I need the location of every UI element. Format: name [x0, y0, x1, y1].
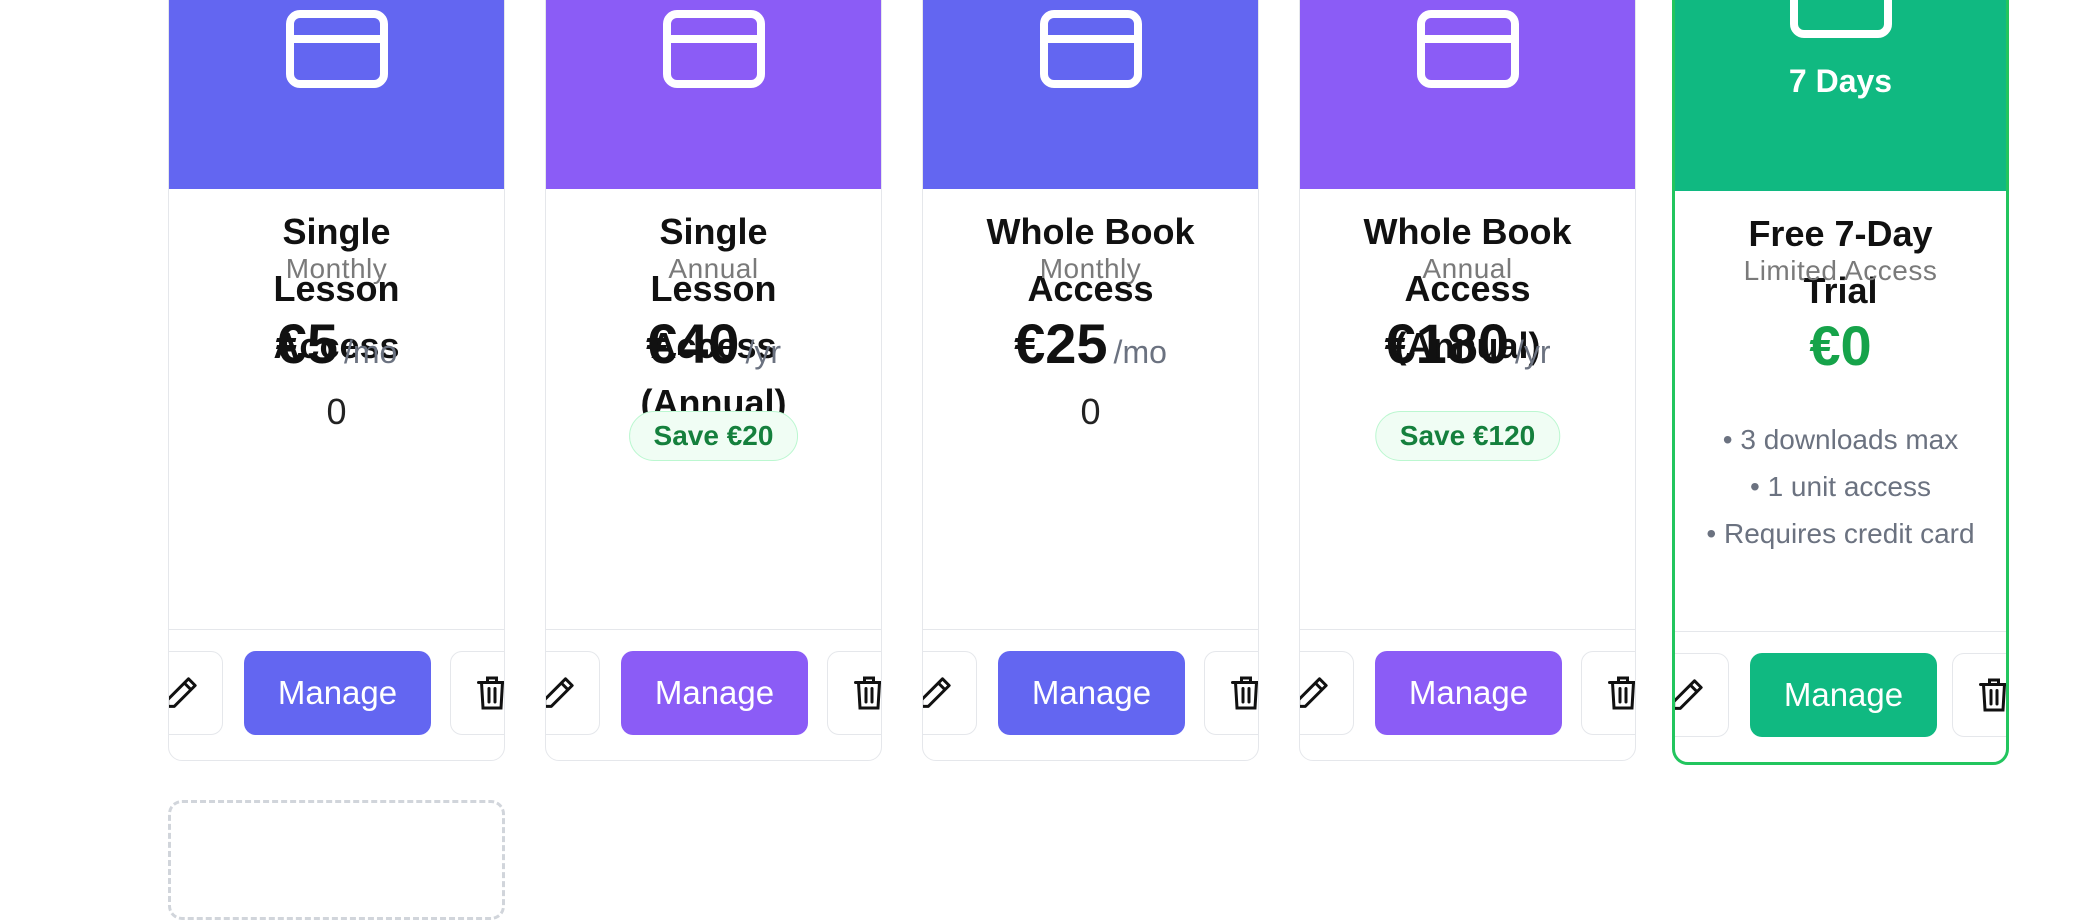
- trash-icon: [477, 676, 504, 710]
- plan-period: Monthly: [1039, 253, 1142, 284]
- plan-card-header: [1300, 0, 1635, 189]
- plan-card-header: [169, 0, 504, 189]
- feature-item: 1 unit access: [1705, 468, 1976, 505]
- pencil-icon: [169, 677, 197, 708]
- savings-badge: Save €120: [1374, 411, 1561, 461]
- price-unit: /mo: [1113, 334, 1167, 370]
- manage-button[interactable]: Manage: [1375, 651, 1562, 735]
- plan-price: €25: [1014, 312, 1108, 375]
- plan-price: €40: [646, 312, 740, 375]
- add-plan-placeholder[interactable]: [168, 800, 505, 920]
- pencil-icon: [1675, 679, 1703, 710]
- plan-card-header: 7 Days: [1675, 0, 2006, 191]
- credit-card-icon: [662, 10, 765, 88]
- trash-icon: [854, 676, 881, 710]
- plan-card-footer: Manage: [923, 629, 1258, 740]
- delete-button[interactable]: [1204, 651, 1258, 735]
- credit-card-icon: [1789, 0, 1892, 38]
- price-row: €5/mo: [169, 311, 504, 376]
- edit-button[interactable]: [1675, 653, 1729, 737]
- plan-price: €5: [275, 312, 338, 375]
- plan-card-header: [546, 0, 881, 189]
- feature-list: 3 downloads max 1 unit access Requires c…: [1705, 421, 1976, 562]
- delete-button[interactable]: [1581, 651, 1635, 735]
- plan-card-whole-book: Whole Book Access Monthly €25/mo 0 Manag…: [922, 0, 1259, 761]
- trial-duration-label: 7 Days: [1788, 63, 1893, 99]
- plan-period: Annual: [668, 253, 759, 284]
- trash-icon: [1979, 678, 2006, 712]
- manage-button[interactable]: Manage: [1750, 653, 1937, 737]
- plan-price: €180: [1384, 312, 1510, 375]
- plan-subscriber-count: 0: [1080, 391, 1101, 432]
- plan-price: €0: [1809, 314, 1872, 377]
- edit-button[interactable]: [923, 651, 977, 735]
- edit-button[interactable]: [1300, 651, 1354, 735]
- credit-card-icon: [1416, 10, 1519, 88]
- trash-icon: [1608, 676, 1635, 710]
- price-unit: /yr: [745, 334, 781, 370]
- plan-card-header: [923, 0, 1258, 189]
- credit-card-icon: [285, 10, 388, 88]
- manage-button[interactable]: Manage: [244, 651, 431, 735]
- price-unit: /mo: [343, 334, 398, 370]
- plan-card-footer: Manage: [169, 629, 504, 740]
- price-row: €25/mo: [923, 311, 1258, 376]
- plan-card-footer: Manage: [546, 629, 881, 740]
- plan-card-whole-book-annual: Whole Book Access (Annual) Annual €180/y…: [1299, 0, 1636, 761]
- pencil-icon: [923, 677, 951, 708]
- plan-period: Limited Access: [1743, 255, 1938, 286]
- plan-card-single-lesson: Single Lesson Access Monthly €5/mo 0 Man…: [168, 0, 505, 761]
- plan-subscriber-count: 0: [326, 391, 347, 432]
- delete-button[interactable]: [1952, 653, 2006, 737]
- delete-button[interactable]: [827, 651, 881, 735]
- plan-card-footer: Manage: [1300, 629, 1635, 740]
- feature-item: Requires credit card: [1705, 515, 1976, 552]
- manage-button[interactable]: Manage: [998, 651, 1185, 735]
- savings-badge: Save €20: [628, 411, 799, 461]
- pencil-icon: [546, 677, 574, 708]
- edit-button[interactable]: [546, 651, 600, 735]
- delete-button[interactable]: [450, 651, 504, 735]
- price-row: €180/yr: [1300, 311, 1635, 376]
- pencil-icon: [1300, 677, 1328, 708]
- plan-card-free-trial: 7 Days Free 7-Day Trial Limited Access €…: [1672, 0, 2009, 765]
- plan-period: Monthly: [285, 253, 388, 284]
- price-row: €0: [1675, 313, 2006, 378]
- trash-icon: [1231, 676, 1258, 710]
- price-row: €40/yr: [546, 311, 881, 376]
- plan-period: Annual: [1422, 253, 1513, 284]
- manage-button[interactable]: Manage: [621, 651, 808, 735]
- credit-card-icon: [1039, 10, 1142, 88]
- plan-card-footer: Manage: [1675, 631, 2006, 742]
- price-unit: /yr: [1515, 334, 1551, 370]
- feature-item: 3 downloads max: [1705, 421, 1976, 458]
- edit-button[interactable]: [169, 651, 223, 735]
- plan-card-single-lesson-annual: Single Lesson Access (Annual) Annual €40…: [545, 0, 882, 761]
